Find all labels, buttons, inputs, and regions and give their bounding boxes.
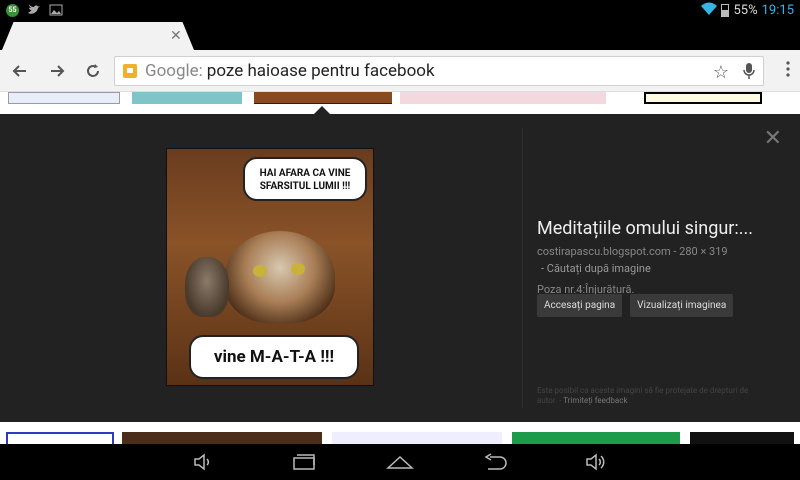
feedback-link[interactable]: Trimiteți feedback: [563, 396, 627, 405]
image-size: 280 × 319: [679, 245, 728, 258]
reload-icon: [87, 64, 99, 77]
preview-image[interactable]: HAI AFARA CA VINE SFARSITUL LUMII !!! vi…: [166, 148, 374, 386]
search-by-image-link[interactable]: Căutați după imagine: [547, 262, 651, 275]
volume-up-icon[interactable]: [584, 452, 612, 472]
twitter-icon: [27, 3, 41, 17]
image-preview-panel: ✕ HAI AFARA CA VINE SFARSITUL LUMII !!! …: [0, 114, 800, 422]
view-image-button[interactable]: Vizualizați imaginea: [630, 294, 734, 317]
recent-apps-icon[interactable]: [290, 452, 318, 472]
divider: [522, 128, 523, 408]
browser-toolbar: Google: poze haioase pentru facebook ☆: [0, 50, 800, 92]
image-info: Meditațiile omului singur:... costirapas…: [537, 218, 777, 296]
thumbnail[interactable]: [6, 432, 114, 444]
image-title[interactable]: Meditațiile omului singur:...: [537, 218, 777, 239]
notification-badge-icon: 55: [6, 3, 19, 17]
search-engine-prefix: Google:: [145, 61, 203, 81]
back-arrow-icon: [12, 65, 26, 77]
thumbnail[interactable]: [122, 432, 322, 444]
bookmark-star-icon[interactable]: ☆: [713, 62, 729, 83]
thumbnail[interactable]: [8, 92, 120, 104]
mouse-figure: [185, 257, 229, 317]
cat-eye: [291, 263, 305, 275]
reload-button[interactable]: [81, 59, 105, 83]
tab-strip: ✕: [0, 20, 800, 50]
thumbnail[interactable]: [132, 92, 242, 104]
speech-bubble-bottom: vine M-A-T-A !!!: [189, 335, 359, 379]
image-source-line: costirapascu.blogspot.com - 280 × 319: [537, 245, 777, 258]
clock: 19:15: [761, 3, 794, 18]
volume-down-icon[interactable]: [192, 452, 220, 472]
search-query[interactable]: poze haioase pentru facebook: [207, 61, 435, 81]
notification-icons: 55: [6, 3, 63, 17]
copyright-notice: Este posibil ca aceste imagini să fie pr…: [537, 386, 767, 406]
bottom-thumbnail-row: [0, 422, 800, 444]
overflow-menu-icon[interactable]: [786, 61, 790, 81]
address-bar[interactable]: Google: poze haioase pentru facebook ☆: [114, 56, 764, 86]
search-by-image-line: - Căutați după imagine: [537, 262, 777, 275]
wifi-icon: [701, 2, 718, 19]
cat-figure: [225, 231, 335, 323]
thumbnail-selected[interactable]: [254, 92, 392, 104]
top-thumbnail-row: [0, 92, 800, 114]
lock-icon: [123, 64, 137, 78]
battery-icon: [721, 4, 730, 17]
back-button[interactable]: [8, 59, 32, 83]
image-source[interactable]: costirapascu.blogspot.com: [537, 245, 671, 258]
system-icons: 55% 19:15: [701, 2, 794, 19]
cat-eye: [253, 265, 267, 277]
thumbnail[interactable]: [332, 432, 502, 444]
home-icon[interactable]: [385, 452, 414, 472]
thumbnail[interactable]: [690, 432, 794, 444]
browser-tab[interactable]: ✕: [2, 22, 194, 50]
microphone-icon[interactable]: [743, 62, 755, 85]
thumbnail[interactable]: [400, 92, 606, 104]
speech-bubble-top: HAI AFARA CA VINE SFARSITUL LUMII !!!: [243, 157, 367, 201]
preview-actions: Accesați pagina Vizualizați imaginea: [537, 294, 734, 317]
close-preview-icon[interactable]: ✕: [764, 126, 782, 151]
selection-caret: [314, 106, 330, 114]
navigation-bar: [0, 444, 800, 480]
thumbnail[interactable]: [644, 92, 762, 104]
forward-button[interactable]: [45, 59, 69, 83]
close-tab-icon[interactable]: ✕: [170, 28, 182, 44]
image-icon: [49, 3, 63, 17]
battery-percent: 55%: [733, 3, 758, 18]
forward-arrow-icon: [51, 65, 65, 77]
back-nav-icon[interactable]: [482, 452, 510, 472]
visit-page-button[interactable]: Accesați pagina: [537, 294, 623, 317]
thumbnail[interactable]: [512, 432, 680, 444]
screen: 55 55% 19:15 ✕ Google: poze haioase pent…: [0, 0, 800, 480]
status-bar: 55 55% 19:15: [0, 0, 800, 20]
